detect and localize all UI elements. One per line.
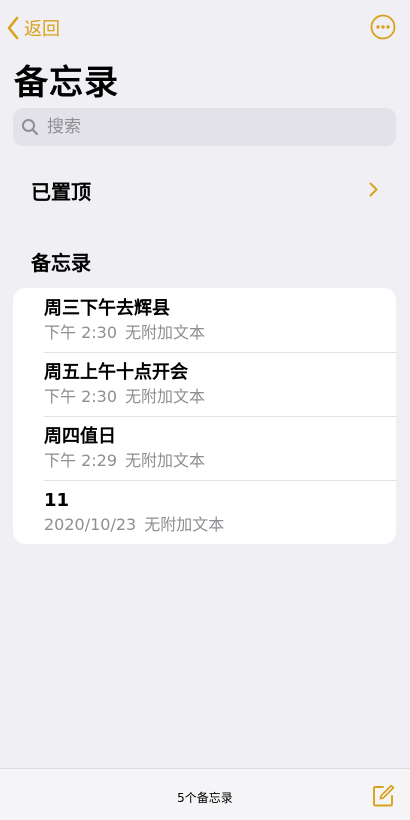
note-preview: 无附加文本 (125, 323, 206, 342)
note-item[interactable]: 周五上午十点开会 下午 2:30 无附加文本 (13, 352, 396, 416)
search-bar[interactable] (13, 108, 396, 146)
note-item[interactable]: 周四值日 下午 2:29 无附加文本 (13, 416, 396, 480)
bottom-toolbar: 5个备忘录 (0, 768, 410, 820)
back-label: 返回 (24, 19, 60, 40)
note-preview: 无附加文本 (125, 387, 206, 406)
pinned-folder-row[interactable]: 已置顶 (13, 168, 396, 212)
back-button[interactable]: 返回 (6, 14, 60, 42)
compose-icon (373, 784, 395, 807)
note-date: 下午 2:29 (44, 451, 118, 470)
note-item[interactable]: 周三下午去辉县 下午 2:30 无附加文本 (13, 288, 396, 352)
notes-section-header: 备忘录 (31, 251, 91, 275)
note-date: 下午 2:30 (44, 323, 118, 342)
chevron-right-icon (369, 182, 378, 197)
note-title: 11 (44, 490, 70, 511)
notes-list: 周三下午去辉县 下午 2:30 无附加文本 周五上午十点开会 下午 2:30 无附加… (13, 288, 396, 544)
note-date: 下午 2:30 (44, 387, 118, 406)
note-title: 周四值日 (44, 426, 116, 447)
search-input[interactable] (45, 116, 379, 138)
note-meta: 下午 2:30 无附加文本 (44, 322, 396, 344)
note-meta: 下午 2:29 无附加文本 (44, 450, 396, 472)
note-preview: 无附加文本 (125, 451, 206, 470)
more-button[interactable] (370, 14, 396, 40)
note-meta: 下午 2:30 无附加文本 (44, 386, 396, 408)
search-icon (22, 119, 39, 136)
note-preview: 无附加文本 (144, 515, 225, 534)
note-title: 周三下午去辉县 (44, 298, 170, 319)
note-count: 5个备忘录 (177, 791, 233, 805)
compose-button[interactable] (370, 783, 396, 809)
page-title: 备忘录 (14, 63, 119, 103)
chevron-left-icon (7, 16, 19, 40)
note-title: 周五上午十点开会 (44, 362, 188, 383)
note-meta: 2020/10/23 无附加文本 (44, 514, 396, 536)
note-date: 2020/10/23 (44, 515, 137, 534)
pinned-label: 已置顶 (31, 179, 91, 204)
ellipsis-circle-icon (370, 14, 396, 40)
note-item[interactable]: 11 2020/10/23 无附加文本 (13, 480, 396, 544)
